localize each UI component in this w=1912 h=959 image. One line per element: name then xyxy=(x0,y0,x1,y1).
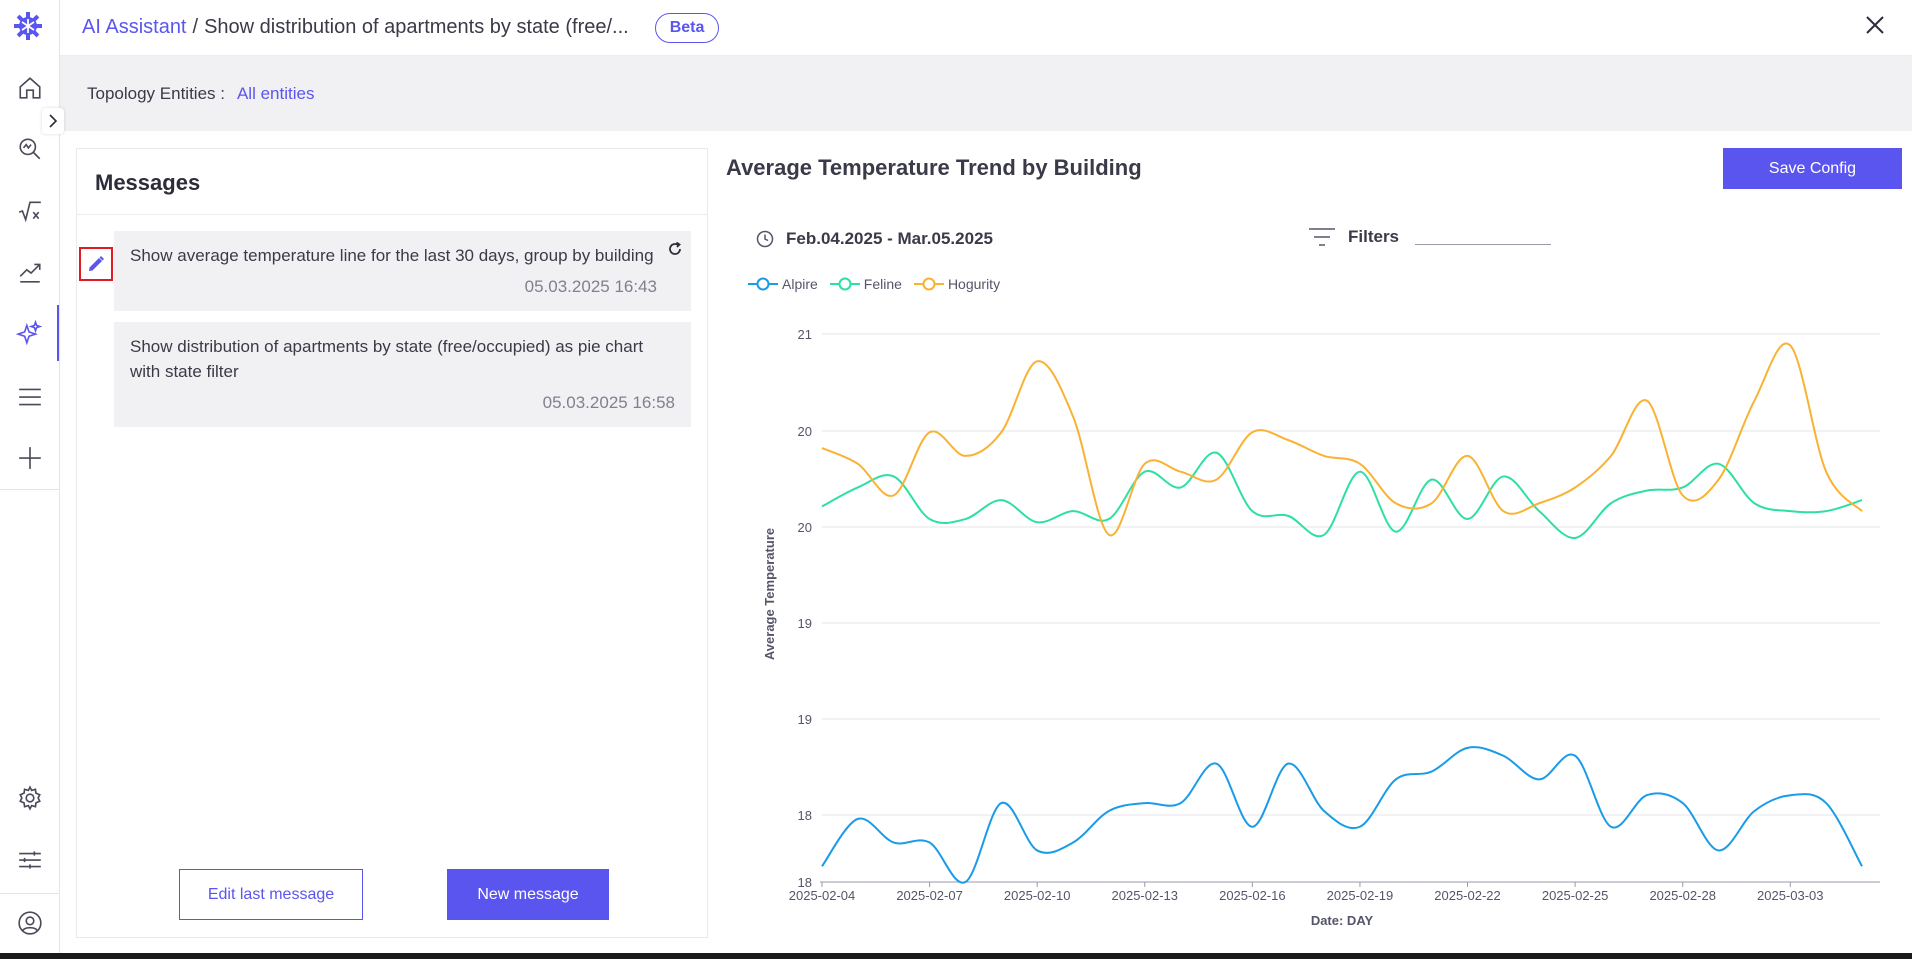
filter-icon xyxy=(1309,228,1335,246)
breadcrumb-separator: / xyxy=(192,16,199,38)
message-item[interactable]: Show distribution of apartments by state… xyxy=(114,322,691,427)
hamburger-menu-icon xyxy=(18,388,41,406)
chevron-right-icon xyxy=(49,114,58,128)
sidebar-item-settings[interactable] xyxy=(0,770,59,826)
series-line-hogurity xyxy=(821,342,1863,537)
y-tick-label: 20 xyxy=(798,424,812,439)
sidebar-divider xyxy=(0,893,59,894)
close-icon[interactable] xyxy=(1864,14,1886,36)
plus-icon xyxy=(18,447,41,469)
topology-entities-link[interactable]: All entities xyxy=(237,84,314,104)
sidebar-divider xyxy=(0,489,59,490)
message-time: 05.03.2025 16:43 xyxy=(524,277,657,296)
sidebar-item-menu[interactable] xyxy=(0,369,59,425)
chart-title: Average Temperature Trend by Building xyxy=(726,155,1142,180)
clock-icon xyxy=(756,230,774,248)
app-logo-icon[interactable] xyxy=(12,10,44,42)
sidebar-item-formulas[interactable] xyxy=(0,183,59,239)
x-tick-label: 2025-02-13 xyxy=(1112,888,1179,903)
edit-last-message-button[interactable]: Edit last message xyxy=(179,869,363,920)
x-tick-label: 2025-02-16 xyxy=(1219,888,1286,903)
y-tick-label: 18 xyxy=(798,808,812,823)
legend-marker xyxy=(748,277,778,291)
beta-badge: Beta xyxy=(654,12,720,43)
legend-marker xyxy=(829,277,860,291)
sidebar xyxy=(0,0,60,959)
y-tick-label: 19 xyxy=(798,712,812,727)
messages-title: Messages xyxy=(77,149,707,215)
date-range-text: Feb.04.2025 - Mar.05.2025 xyxy=(786,229,993,248)
sidebar-item-adjustments[interactable] xyxy=(0,832,59,888)
y-axis-label: Average Temperature xyxy=(762,528,777,660)
x-tick-label: 2025-02-07 xyxy=(896,888,963,903)
messages-panel: Messages Show average temperature line f… xyxy=(76,148,708,938)
temperature-line-chart: 181819192020212025-02-04 2025-02-07 2025-0… xyxy=(762,327,1880,928)
gear-icon xyxy=(18,785,41,811)
message-text: Show average temperature line for the la… xyxy=(130,246,654,265)
home-icon xyxy=(18,77,41,99)
y-tick-label: 19 xyxy=(798,616,812,631)
date-range-picker[interactable]: Feb.04.2025 - Mar.05.2025 xyxy=(756,229,993,249)
filters-input[interactable] xyxy=(1415,243,1552,245)
search-analytics-icon xyxy=(18,138,40,160)
topology-bar: Topology Entities : All entities xyxy=(60,56,1912,131)
user-avatar-icon xyxy=(17,911,42,935)
x-tick-label: 2025-02-04 xyxy=(789,888,856,903)
window-bottom-border xyxy=(0,953,1912,959)
x-tick-label: 2025-02-22 xyxy=(1434,888,1501,903)
sliders-icon xyxy=(18,851,41,869)
sidebar-item-ai-assistant[interactable] xyxy=(0,305,59,361)
sidebar-item-trends[interactable] xyxy=(0,244,59,300)
save-config-button[interactable]: Save Config xyxy=(1723,148,1902,189)
new-message-button[interactable]: New message xyxy=(447,869,609,920)
breadcrumb-link-ai-assistant[interactable]: AI Assistant xyxy=(82,16,187,39)
sidebar-expand-button[interactable] xyxy=(42,108,64,134)
x-tick-label: 2025-02-28 xyxy=(1649,888,1716,903)
sidebar-item-profile[interactable] xyxy=(0,895,59,951)
legend-marker xyxy=(913,277,944,291)
refresh-icon[interactable] xyxy=(667,241,683,257)
y-tick-label: 20 xyxy=(798,520,812,535)
sparkles-icon xyxy=(15,320,42,346)
square-root-icon xyxy=(18,201,41,223)
filters-control[interactable]: Filters xyxy=(1308,226,1552,248)
trend-chart-icon xyxy=(19,263,41,283)
edit-message-button[interactable] xyxy=(79,247,113,281)
x-tick-label: 2025-02-19 xyxy=(1327,888,1394,903)
x-tick-label: 2025-03-03 xyxy=(1757,888,1824,903)
message-item[interactable]: Show average temperature line for the la… xyxy=(114,231,691,311)
y-tick-label: 21 xyxy=(798,327,812,342)
sidebar-item-add[interactable] xyxy=(0,430,59,486)
x-tick-label: 2025-02-25 xyxy=(1542,888,1609,903)
x-axis-label: Date: DAY xyxy=(1311,913,1374,928)
breadcrumb-current: Show distribution of apartments by state… xyxy=(204,16,629,38)
page-header: AI Assistant / Show distribution of apar… xyxy=(60,0,1912,56)
x-tick-label: 2025-02-10 xyxy=(1004,888,1070,903)
topology-label: Topology Entities : xyxy=(87,83,225,103)
filters-label: Filters xyxy=(1348,227,1400,246)
message-text: Show distribution of apartments by state… xyxy=(130,337,644,381)
message-time: 05.03.2025 16:58 xyxy=(542,393,675,412)
pencil-icon xyxy=(89,256,104,271)
